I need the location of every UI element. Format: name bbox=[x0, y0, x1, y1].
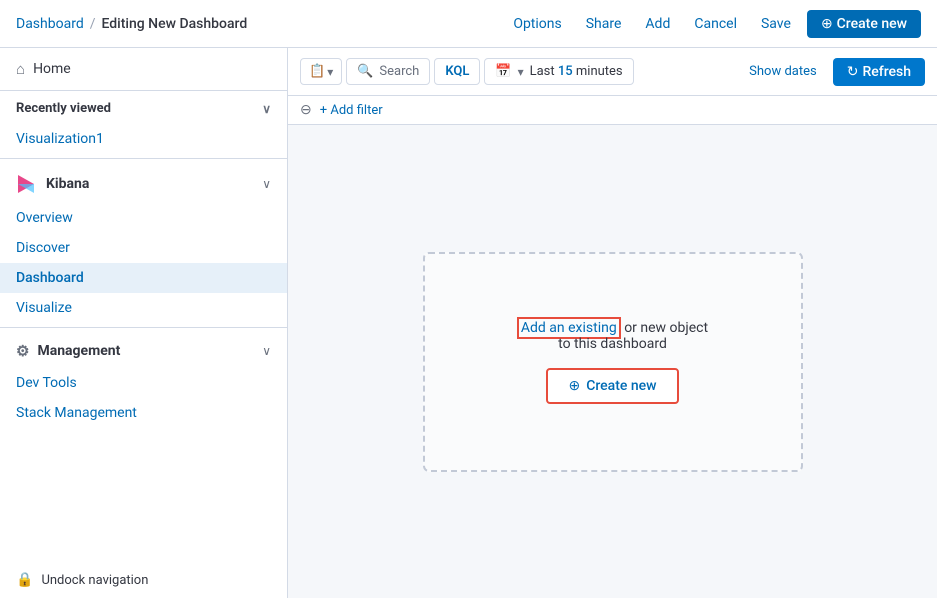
chevron-down-icon-kibana: ∨ bbox=[262, 177, 271, 191]
content-area: 📋 ▾ 🔍 Search KQL 📅 ▾ Last 15 minutes bbox=[288, 48, 937, 598]
sidebar-item-visualization1[interactable]: Visualization1 bbox=[0, 124, 287, 154]
sidebar: ⌂ Home Recently viewed ∨ Visualization1 … bbox=[0, 48, 288, 598]
sidebar-item-home[interactable]: ⌂ Home bbox=[0, 48, 287, 91]
management-title: ⚙ Management bbox=[16, 342, 120, 360]
breadcrumb-separator: / bbox=[90, 16, 96, 32]
refresh-button[interactable]: ↻ Refresh bbox=[833, 58, 925, 86]
chevron-down-icon: ∨ bbox=[262, 102, 271, 116]
sidebar-item-discover[interactable]: Discover bbox=[0, 233, 287, 263]
create-new-panel-label: Create new bbox=[586, 378, 656, 394]
lock-icon: 🔒 bbox=[16, 572, 33, 588]
cancel-button[interactable]: Cancel bbox=[686, 10, 745, 38]
create-new-label: Create new bbox=[837, 16, 907, 32]
empty-dashboard-panel: Add an existing or new object to this da… bbox=[423, 252, 803, 472]
empty-dashboard-text: Add an existing or new object to this da… bbox=[517, 320, 708, 352]
sidebar-item-visualize[interactable]: Visualize bbox=[0, 293, 287, 323]
breadcrumb-dashboard-link[interactable]: Dashboard bbox=[16, 16, 84, 32]
sidebar-divider-1 bbox=[0, 158, 287, 159]
breadcrumb: Dashboard / Editing New Dashboard bbox=[16, 16, 247, 32]
undock-nav-label: Undock navigation bbox=[41, 573, 148, 588]
gear-icon: ⚙ bbox=[16, 342, 29, 360]
toolbar-left: 📋 ▾ 🔍 Search KQL 📅 ▾ Last 15 minutes bbox=[300, 58, 634, 85]
kibana-logo-icon bbox=[16, 173, 38, 195]
add-filter-button[interactable]: + Add filter bbox=[320, 103, 383, 118]
options-button[interactable]: Options bbox=[505, 10, 569, 38]
calendar-icon: 📅 bbox=[495, 64, 511, 79]
time-range-picker[interactable]: 📅 ▾ Last 15 minutes bbox=[484, 58, 633, 85]
kibana-section-header[interactable]: Kibana ∨ bbox=[0, 163, 287, 203]
save-button[interactable]: Save bbox=[753, 10, 799, 38]
breadcrumb-current: Editing New Dashboard bbox=[102, 16, 248, 32]
recently-viewed-section-header[interactable]: Recently viewed ∨ bbox=[0, 91, 287, 124]
recently-viewed-label: Recently viewed bbox=[16, 101, 111, 116]
sidebar-item-dev-tools[interactable]: Dev Tools bbox=[0, 368, 287, 398]
to-this-dashboard-text: to this dashboard bbox=[558, 336, 667, 352]
kibana-label: Kibana bbox=[46, 176, 89, 192]
kibana-logo-title: Kibana bbox=[16, 173, 89, 195]
header-actions: Options Share Add Cancel Save ⊕ Create n… bbox=[505, 10, 921, 38]
sidebar-item-dashboard[interactable]: Dashboard bbox=[0, 263, 287, 293]
main-layout: ⌂ Home Recently viewed ∨ Visualization1 … bbox=[0, 48, 937, 598]
or-new-text: or new object bbox=[624, 320, 708, 336]
sidebar-divider-2 bbox=[0, 327, 287, 328]
search-input-box[interactable]: 🔍 Search bbox=[346, 58, 430, 85]
sidebar-item-overview[interactable]: Overview bbox=[0, 203, 287, 233]
chevron-down-icon-query: ▾ bbox=[327, 65, 333, 79]
sidebar-home-label: Home bbox=[33, 61, 71, 77]
toolbar: 📋 ▾ 🔍 Search KQL 📅 ▾ Last 15 minutes bbox=[288, 48, 937, 96]
search-label: Search bbox=[379, 64, 419, 79]
management-section-header[interactable]: ⚙ Management ∨ bbox=[0, 332, 287, 368]
filter-icon: ⊖ bbox=[300, 102, 312, 118]
create-new-panel-button[interactable]: ⊕ Create new bbox=[546, 368, 678, 404]
time-range-text: Last 15 minutes bbox=[530, 64, 623, 79]
refresh-label: Refresh bbox=[862, 64, 911, 80]
toolbar-right: Show dates ↻ Refresh bbox=[741, 58, 925, 86]
query-type-button[interactable]: 📋 ▾ bbox=[300, 58, 342, 85]
plus-circle-icon: ⊕ bbox=[568, 378, 580, 394]
plus-icon: ⊕ bbox=[821, 16, 833, 32]
filter-bar: ⊖ + Add filter bbox=[288, 96, 937, 125]
top-header: Dashboard / Editing New Dashboard Option… bbox=[0, 0, 937, 48]
share-button[interactable]: Share bbox=[578, 10, 630, 38]
show-dates-button[interactable]: Show dates bbox=[741, 64, 825, 79]
chevron-down-icon-mgmt: ∨ bbox=[262, 344, 271, 358]
management-label: Management bbox=[37, 343, 120, 359]
search-icon: 🔍 bbox=[357, 64, 373, 79]
sidebar-item-stack-management[interactable]: Stack Management bbox=[0, 398, 287, 428]
home-icon: ⌂ bbox=[16, 60, 25, 78]
dashboard-canvas: Add an existing or new object to this da… bbox=[288, 125, 937, 598]
add-button[interactable]: Add bbox=[637, 10, 678, 38]
kql-button[interactable]: KQL bbox=[434, 58, 480, 85]
create-new-header-button[interactable]: ⊕ Create new bbox=[807, 10, 921, 38]
chevron-down-icon-time: ▾ bbox=[518, 65, 524, 79]
undock-navigation-button[interactable]: 🔒 Undock navigation bbox=[0, 562, 287, 598]
refresh-icon: ↻ bbox=[847, 64, 859, 80]
query-icon: 📋 bbox=[309, 64, 325, 79]
